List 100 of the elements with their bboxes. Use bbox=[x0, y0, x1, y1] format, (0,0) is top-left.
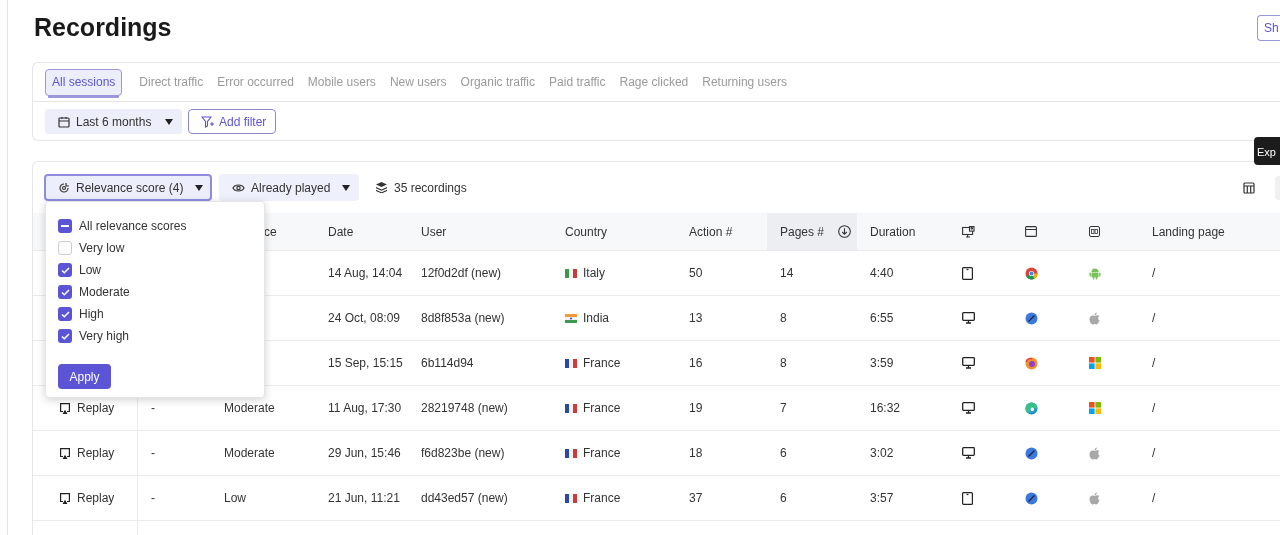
monitor-icon bbox=[962, 225, 975, 238]
checkbox[interactable] bbox=[58, 241, 72, 255]
column-header[interactable]: Duration bbox=[857, 213, 949, 250]
duration-cell-text: 3:02 bbox=[870, 445, 894, 462]
flag-icon bbox=[565, 268, 577, 278]
checkmark-icon bbox=[60, 266, 70, 274]
segment-tab[interactable]: All sessions bbox=[45, 68, 123, 96]
replay-button[interactable]: Replay bbox=[59, 489, 115, 507]
flag-icon bbox=[565, 313, 577, 323]
country-cell-text: France bbox=[583, 490, 621, 507]
column-header[interactable]: Landing page bbox=[1139, 213, 1280, 250]
pages-cell-text: 7 bbox=[780, 400, 787, 417]
compass-icon bbox=[1025, 491, 1038, 505]
pages-cell-text: 14 bbox=[780, 265, 794, 282]
option-label: Moderate bbox=[79, 284, 130, 301]
score-cell-text: - bbox=[151, 490, 155, 507]
actions-cell-text: 16 bbox=[689, 355, 703, 372]
checkbox[interactable] bbox=[58, 263, 72, 277]
compass-icon bbox=[1025, 446, 1038, 460]
pages-cell-text: 6 bbox=[780, 490, 787, 507]
compass-icon bbox=[1025, 311, 1038, 325]
eye-icon bbox=[232, 182, 245, 193]
minus-icon bbox=[61, 225, 69, 227]
caret-icon bbox=[165, 118, 174, 125]
calendar-icon bbox=[58, 115, 70, 128]
duration-cell-text: 3:57 bbox=[870, 490, 894, 507]
landing-page-cell-text: / bbox=[1152, 310, 1156, 327]
actions-cell-text: 13 bbox=[689, 310, 703, 327]
option-label: All relevance scores bbox=[79, 218, 187, 235]
caret-icon bbox=[342, 184, 351, 191]
apply-button[interactable]: Apply bbox=[58, 364, 111, 389]
checkmark-icon bbox=[60, 288, 70, 296]
landing-page-cell-text: / bbox=[1152, 265, 1156, 282]
score-cell-text: - bbox=[151, 400, 155, 417]
share-button[interactable]: Sh bbox=[1257, 15, 1280, 41]
replay-button[interactable]: Replay bbox=[59, 399, 115, 417]
flag-icon bbox=[565, 448, 577, 458]
relevance-cell-text: Moderate bbox=[224, 400, 275, 417]
user-cell-text: f6d823be (new) bbox=[421, 445, 505, 462]
os-icon bbox=[1089, 226, 1100, 237]
duration-cell-text: 6:55 bbox=[870, 310, 894, 327]
add-filter-button[interactable]: Add filter bbox=[188, 109, 276, 134]
column-header[interactable]: User bbox=[408, 213, 552, 250]
pages-cell-text: 8 bbox=[780, 355, 787, 372]
filter-icon bbox=[201, 115, 214, 128]
date-range-dropdown[interactable]: Last 6 months bbox=[45, 109, 182, 134]
duration-cell-text: 3:59 bbox=[870, 355, 894, 372]
checkmark-icon bbox=[60, 332, 70, 340]
sort-descending-icon[interactable] bbox=[838, 225, 852, 238]
country-cell-text: India bbox=[583, 310, 610, 327]
actions-cell-text: 37 bbox=[689, 490, 703, 507]
tooltip: Exp bbox=[1254, 137, 1280, 165]
android-icon bbox=[1089, 266, 1101, 280]
user-cell-text: 6b114d94 bbox=[421, 355, 474, 372]
played-filter-dropdown[interactable]: Already played bbox=[219, 174, 359, 201]
replay-icon bbox=[59, 402, 71, 414]
user-cell-text: 12f0d2df (new) bbox=[421, 265, 502, 282]
replay-button[interactable]: Replay bbox=[59, 444, 115, 462]
caret-icon bbox=[195, 184, 204, 191]
flag-icon bbox=[565, 403, 577, 413]
checkbox[interactable] bbox=[58, 329, 72, 343]
windows-icon bbox=[1089, 402, 1101, 414]
column-header[interactable]: Action # bbox=[676, 213, 767, 250]
replay-icon bbox=[59, 447, 71, 459]
option-label: Very high bbox=[79, 328, 130, 345]
pages-cell-text: 8 bbox=[780, 310, 787, 327]
layers-icon bbox=[376, 182, 387, 193]
checkbox[interactable] bbox=[58, 307, 72, 321]
score-cell-text: - bbox=[151, 445, 155, 462]
column-header[interactable]: Country bbox=[552, 213, 676, 250]
windows-icon bbox=[1089, 357, 1101, 369]
tablet-icon bbox=[962, 266, 973, 280]
user-cell-text: 8d8f853a (new) bbox=[421, 310, 505, 327]
monitor-icon bbox=[962, 312, 975, 324]
browser-window-icon bbox=[1025, 226, 1037, 237]
landing-page-cell-text: / bbox=[1152, 400, 1156, 417]
user-cell-text: 28219748 (new) bbox=[421, 400, 508, 417]
column-header[interactable]: Date bbox=[315, 213, 408, 250]
apple-icon bbox=[1089, 491, 1100, 505]
column-header[interactable]: Pages # bbox=[767, 213, 857, 250]
landing-page-cell-text: / bbox=[1152, 445, 1156, 462]
actions-cell-text: 50 bbox=[689, 265, 703, 282]
country-cell-text: Italy bbox=[583, 265, 605, 282]
monitor-icon bbox=[962, 447, 975, 459]
tablet-icon bbox=[962, 491, 973, 505]
apple-icon bbox=[1089, 311, 1100, 325]
checkbox[interactable] bbox=[58, 219, 72, 233]
recordings-count: 35 recordings bbox=[394, 179, 467, 197]
country-cell-text: France bbox=[583, 355, 621, 372]
date-cell-text: 15 Sep, 15:15 bbox=[328, 355, 403, 372]
monitor-icon bbox=[962, 357, 975, 369]
replay-icon bbox=[59, 492, 71, 504]
monitor-icon bbox=[962, 402, 975, 414]
checkbox[interactable] bbox=[58, 285, 72, 299]
checkmark-icon bbox=[60, 310, 70, 318]
option-label: High bbox=[79, 306, 104, 323]
apple-icon bbox=[1089, 446, 1100, 460]
date-cell-text: 21 Jun, 11:21 bbox=[328, 490, 400, 507]
columns-icon bbox=[1243, 181, 1255, 194]
relevance-filter-dropdown[interactable]: Relevance score (4) bbox=[44, 174, 212, 201]
